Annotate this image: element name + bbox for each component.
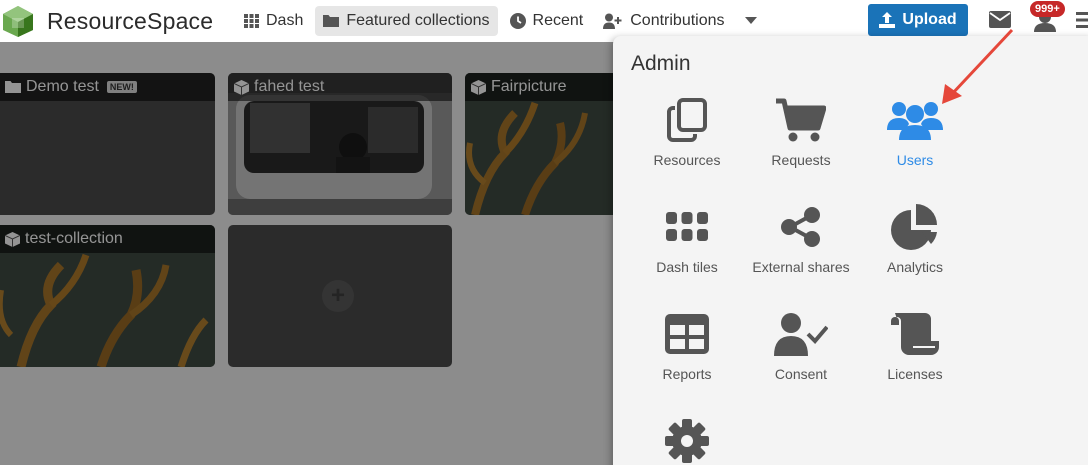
cart-icon xyxy=(776,98,826,142)
nav-recent[interactable]: Recent xyxy=(502,6,592,36)
admin-panel-title: Admin xyxy=(631,52,691,75)
grid-icon xyxy=(244,14,259,28)
copy-icon xyxy=(667,98,707,142)
scroll-icon xyxy=(891,313,939,355)
nav-label: Featured collections xyxy=(346,12,490,29)
brand-name[interactable]: ResourceSpace xyxy=(47,8,213,35)
admin-item-system[interactable] xyxy=(632,415,742,465)
upload-icon xyxy=(879,12,896,28)
user-plus-icon xyxy=(603,13,622,29)
admin-item-label: Licenses xyxy=(887,366,943,382)
nav-label: Recent xyxy=(532,12,584,29)
admin-item-resources[interactable]: Resources xyxy=(632,94,742,168)
admin-item-reports[interactable]: Reports xyxy=(632,308,742,382)
nav-featured-collections[interactable]: Featured collections xyxy=(315,6,498,36)
resourcespace-logo-icon[interactable] xyxy=(0,4,36,38)
admin-item-label: Requests xyxy=(771,152,831,168)
admin-item-users[interactable]: Users xyxy=(860,94,970,168)
admin-item-analytics[interactable]: Analytics xyxy=(860,201,970,275)
admin-item-label: Resources xyxy=(653,152,721,168)
admin-item-label: Dash tiles xyxy=(656,259,718,275)
gear-icon xyxy=(665,419,709,463)
upload-button[interactable]: Upload xyxy=(868,4,968,36)
main-nav: Dash Featured collections Recent Contrib… xyxy=(236,5,776,37)
hamburger-menu-icon[interactable] xyxy=(1076,12,1088,28)
nav-contributions[interactable]: Contributions xyxy=(595,6,732,36)
admin-item-consent[interactable]: Consent xyxy=(746,308,856,382)
nav-more-dropdown[interactable] xyxy=(737,6,772,36)
share-icon xyxy=(781,207,820,247)
upload-label: Upload xyxy=(902,11,957,28)
notification-badge[interactable]: 999+ xyxy=(1030,1,1065,17)
admin-item-requests[interactable]: Requests xyxy=(746,94,856,168)
admin-item-label: Consent xyxy=(774,366,828,382)
caret-down-icon xyxy=(744,17,757,24)
admin-item-label: Reports xyxy=(662,366,712,382)
admin-item-licenses[interactable]: Licenses xyxy=(860,308,970,382)
user-check-icon xyxy=(774,313,828,356)
admin-item-label: External shares xyxy=(752,259,850,275)
tiles-icon xyxy=(666,212,708,241)
nav-label: Contributions xyxy=(630,12,725,29)
nav-label: Dash xyxy=(266,12,304,29)
folder-icon xyxy=(323,15,340,27)
table-icon xyxy=(665,314,709,354)
admin-item-external-shares[interactable]: External shares xyxy=(746,201,856,275)
admin-item-label: Users xyxy=(896,152,934,168)
admin-panel: Admin Resources Requests Users Dash tile… xyxy=(613,36,1088,465)
admin-item-dash-tiles[interactable]: Dash tiles xyxy=(632,201,742,275)
clock-icon xyxy=(509,13,526,29)
admin-item-label: Analytics xyxy=(886,259,944,275)
nav-dash[interactable]: Dash xyxy=(236,6,311,36)
pie-chart-icon xyxy=(891,204,937,250)
mail-icon[interactable] xyxy=(989,11,1011,28)
users-icon xyxy=(887,102,943,140)
